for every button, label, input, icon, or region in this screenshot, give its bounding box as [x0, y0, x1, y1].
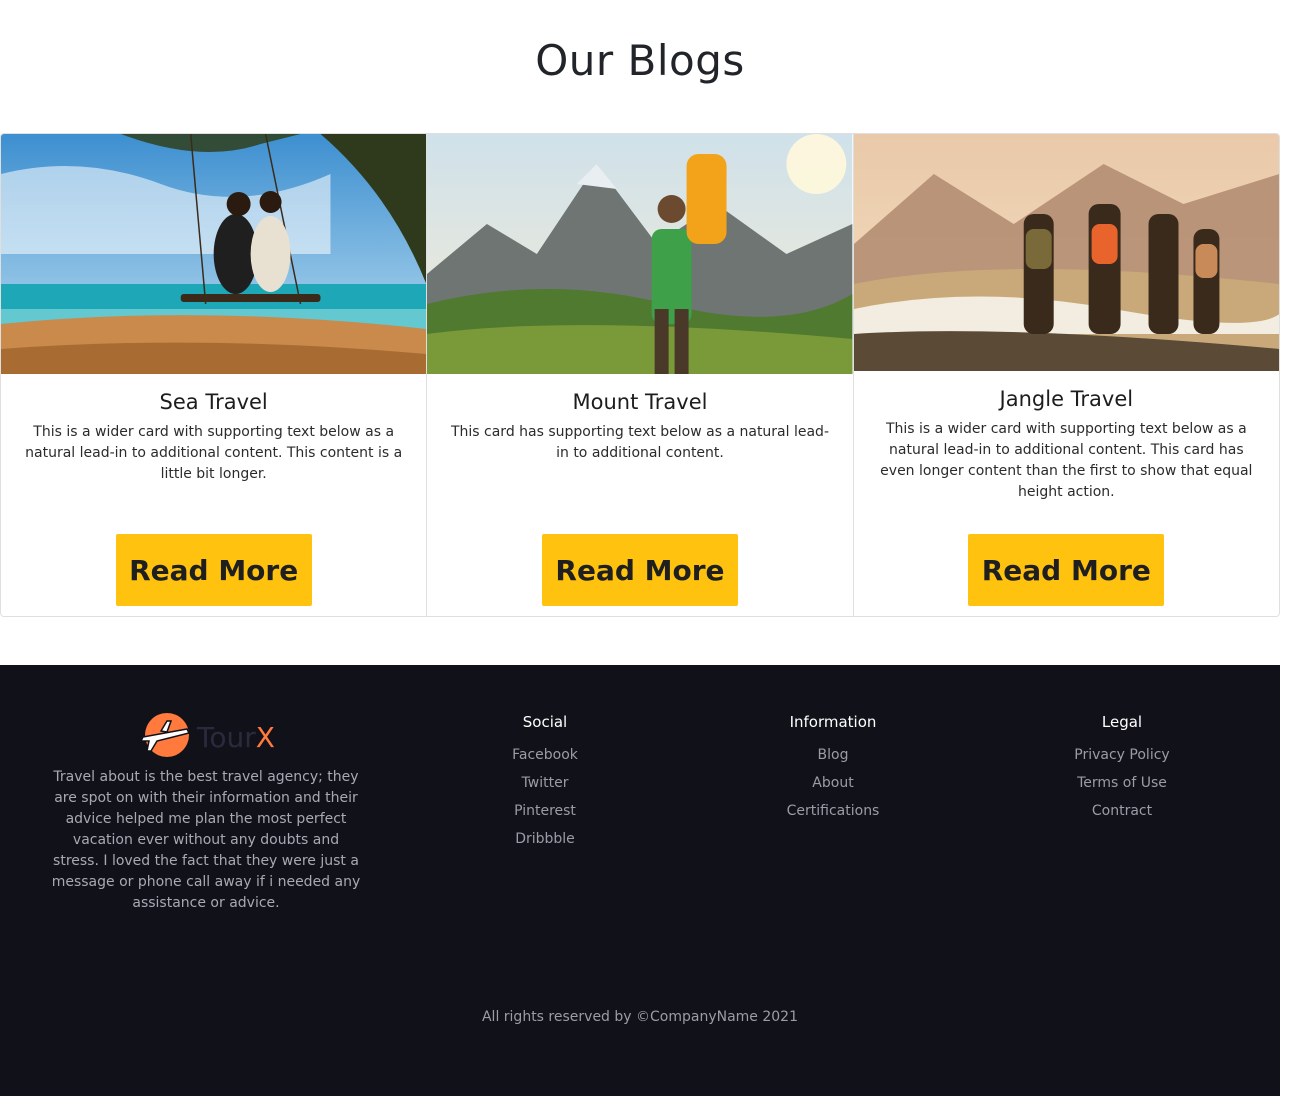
blog-card-jangle-travel: Jangle Travel This is a wider card with …	[853, 134, 1279, 616]
legal-heading: Legal	[1101, 713, 1143, 731]
footer-link-blog[interactable]: Blog	[733, 741, 933, 769]
card-text: This is a wider card with supporting tex…	[25, 424, 403, 482]
blog-card-mount-travel: Mount Travel This card has supporting te…	[427, 134, 854, 616]
tourx-logo[interactable]: TourX	[50, 713, 362, 761]
footer-link-twitter[interactable]: Twitter	[445, 769, 645, 797]
read-more-button[interactable]: Read More	[541, 534, 738, 606]
footer-brand: TourX Travel about is the best travel ag…	[50, 713, 362, 914]
copyright-text: All rights reserved by ©CompanyName 2021	[481, 1009, 798, 1025]
card-title: Mount Travel	[572, 390, 708, 414]
site-footer: TourX Travel about is the best travel ag…	[0, 665, 1280, 1096]
footer-link-about[interactable]: About	[733, 769, 933, 797]
group-overlooking-valley-image	[853, 134, 1279, 371]
logo-name-x: X	[255, 720, 275, 754]
logo-name-tour: Tour	[197, 720, 256, 754]
footer-link-terms-of-use[interactable]: Terms of Use	[1022, 769, 1222, 797]
footer-link-pinterest[interactable]: Pinterest	[445, 797, 645, 825]
footer-link-privacy-policy[interactable]: Privacy Policy	[1022, 741, 1222, 769]
card-text: This is a wider card with supporting tex…	[880, 421, 1253, 500]
blog-card-group: Sea Travel This is a wider card with sup…	[0, 133, 1280, 617]
social-heading: Social	[522, 713, 568, 731]
footer-legal-column: Legal Privacy Policy Terms of Use Contra…	[1022, 713, 1222, 825]
hiker-in-mountains-image	[427, 134, 853, 374]
read-more-button[interactable]: Read More	[968, 534, 1165, 606]
blog-card-sea-travel: Sea Travel This is a wider card with sup…	[1, 134, 428, 616]
brand-description: Travel about is the best travel agency; …	[51, 769, 361, 911]
footer-social-column: Social Facebook Twitter Pinterest Dribbb…	[445, 713, 645, 853]
page-title: Our Blogs	[535, 36, 745, 85]
footer-link-certifications[interactable]: Certifications	[733, 797, 933, 825]
card-title: Sea Travel	[159, 390, 268, 414]
read-more-button[interactable]: Read More	[115, 534, 312, 606]
footer-link-facebook[interactable]: Facebook	[445, 741, 645, 769]
couple-on-beach-swing-image	[1, 134, 427, 374]
plane-logo-icon	[137, 711, 193, 763]
footer-information-column: Information Blog About Certifications	[733, 713, 933, 825]
footer-link-contract[interactable]: Contract	[1022, 797, 1222, 825]
footer-link-dribbble[interactable]: Dribbble	[445, 825, 645, 853]
information-heading: Information	[789, 713, 877, 731]
card-text: This card has supporting text below as a…	[450, 424, 829, 461]
card-title: Jangle Travel	[999, 387, 1134, 411]
